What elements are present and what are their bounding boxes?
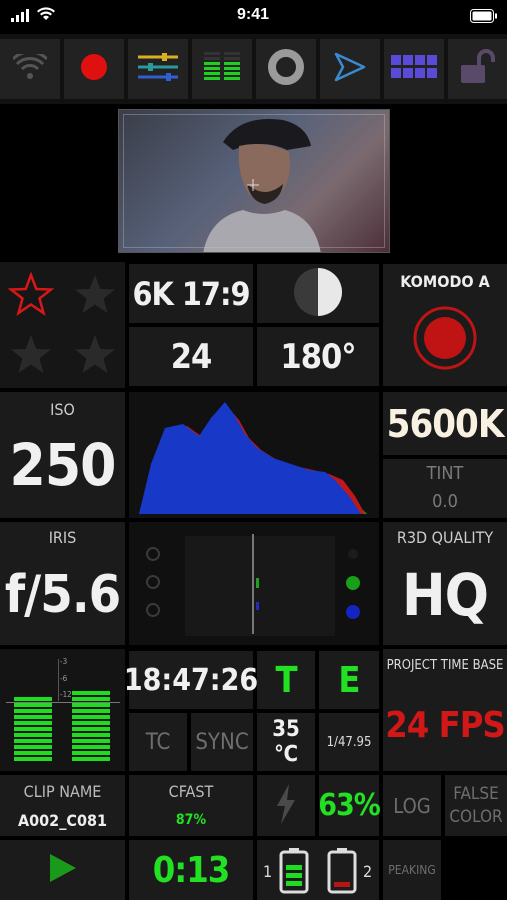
t-indicator[interactable]: T	[257, 651, 315, 709]
clip-name-panel[interactable]: CLIP NAME A002_C081	[0, 775, 125, 836]
sync-button[interactable]: SYNC	[191, 713, 253, 771]
audio-scale-label: -3	[60, 657, 68, 666]
power-button[interactable]	[257, 775, 315, 836]
shutter-angle-button[interactable]: 180°	[257, 327, 379, 386]
r3d-quality-panel[interactable]: R3D QUALITY HQ	[383, 522, 507, 645]
tint-panel[interactable]: TINT 0.0	[383, 459, 507, 518]
clock: 9:41	[236, 6, 270, 23]
grid-button[interactable]	[384, 39, 444, 99]
battery1-label: 1	[263, 862, 273, 881]
battery2-label: 2	[363, 862, 373, 881]
wifi-icon	[11, 50, 49, 84]
tint-value: 0.0	[432, 490, 458, 512]
sensor-temp: 35 ℃	[257, 713, 315, 771]
tint-label: TINT	[426, 462, 464, 484]
half-circle-icon	[292, 266, 344, 322]
wifi-status-icon	[36, 6, 56, 26]
star-icon[interactable]	[72, 272, 118, 320]
battery-panel[interactable]: 1 2	[257, 840, 379, 900]
audio-scale-line	[58, 659, 59, 701]
media-panel[interactable]: CFAST 87%	[129, 775, 253, 836]
record-indicator-icon	[411, 304, 479, 376]
shutter-time: 1/47.95	[319, 713, 379, 771]
iris-panel[interactable]: IRIS f/5.6	[0, 522, 125, 645]
media-label: CFAST	[168, 781, 214, 801]
focus-button[interactable]	[256, 39, 316, 99]
media-percentage: 87%	[175, 812, 207, 828]
iso-value: 250	[9, 431, 117, 499]
battery-status-icon	[470, 8, 498, 27]
signal-icon	[10, 8, 34, 22]
r3d-quality-value: HQ	[401, 561, 489, 629]
camera-panel[interactable]: KOMODO A	[383, 264, 507, 386]
rating-panel[interactable]	[0, 262, 125, 388]
star-icon[interactable]	[8, 332, 54, 380]
camera-name: KOMODO A	[400, 271, 490, 291]
send-button[interactable]	[320, 39, 380, 99]
log-button[interactable]: LOG	[383, 775, 441, 836]
clip-duration: 0:13	[129, 840, 253, 900]
focus-ring-icon	[266, 47, 306, 91]
battery1-icon	[279, 848, 309, 898]
level-indicator	[129, 522, 379, 645]
resolution-button[interactable]: 6K 17:9	[129, 264, 253, 323]
project-timebase-label: PROJECT TIME BASE	[386, 657, 504, 673]
lock-button[interactable]	[448, 39, 507, 99]
star-icon[interactable]	[7, 271, 55, 320]
audio-meter-icon	[200, 49, 244, 89]
battery2-icon	[327, 848, 357, 898]
iris-value: f/5.6	[4, 565, 121, 625]
play-icon	[48, 852, 78, 888]
frame-guide	[123, 114, 385, 248]
send-icon	[333, 51, 367, 87]
white-balance-button[interactable]: 5600K	[383, 392, 507, 455]
clip-name-value: A002_C081	[18, 810, 107, 830]
r3d-quality-label: R3D QUALITY	[396, 527, 494, 547]
peaking-button[interactable]: PEAKING	[383, 840, 441, 900]
e-indicator[interactable]: E	[319, 651, 379, 709]
record-icon	[79, 52, 109, 86]
sliders-icon	[138, 52, 178, 86]
record-button[interactable]	[64, 39, 124, 99]
sliders-button[interactable]	[128, 39, 188, 99]
battery-percentage: 63%	[318, 775, 381, 836]
audio-scale-label: -12	[60, 690, 72, 699]
project-timebase-value: 24 FPS	[385, 704, 506, 746]
fps-button[interactable]: 24	[129, 327, 253, 386]
audio-meter-button[interactable]	[192, 39, 252, 99]
grid-icon	[391, 55, 437, 83]
star-icon[interactable]	[72, 332, 118, 380]
lock-icon	[459, 49, 497, 89]
live-preview[interactable]	[118, 109, 390, 253]
exposure-mode-button[interactable]	[257, 264, 379, 323]
clip-name-label: CLIP NAME	[23, 781, 102, 801]
iso-panel[interactable]: ISO 250	[0, 392, 125, 518]
lightning-icon	[275, 783, 297, 828]
project-timebase-panel[interactable]: PROJECT TIME BASE 24 FPS	[383, 649, 507, 771]
iso-label: ISO	[50, 399, 75, 419]
timecode-display[interactable]: 18:47:26	[124, 651, 258, 709]
wifi-button[interactable]	[0, 39, 60, 99]
audio-channel-left	[14, 697, 52, 765]
play-button[interactable]	[0, 840, 125, 900]
audio-scale-label: -6	[60, 674, 68, 683]
audio-meter[interactable]: -3 -6 -12	[0, 649, 125, 771]
false-color-button[interactable]: FALSE COLOR	[445, 775, 507, 836]
histogram	[129, 392, 379, 518]
status-bar: 9:41	[0, 0, 507, 34]
audio-channel-right	[72, 691, 110, 765]
iris-label: IRIS	[48, 527, 77, 547]
tc-button[interactable]: TC	[129, 713, 187, 771]
